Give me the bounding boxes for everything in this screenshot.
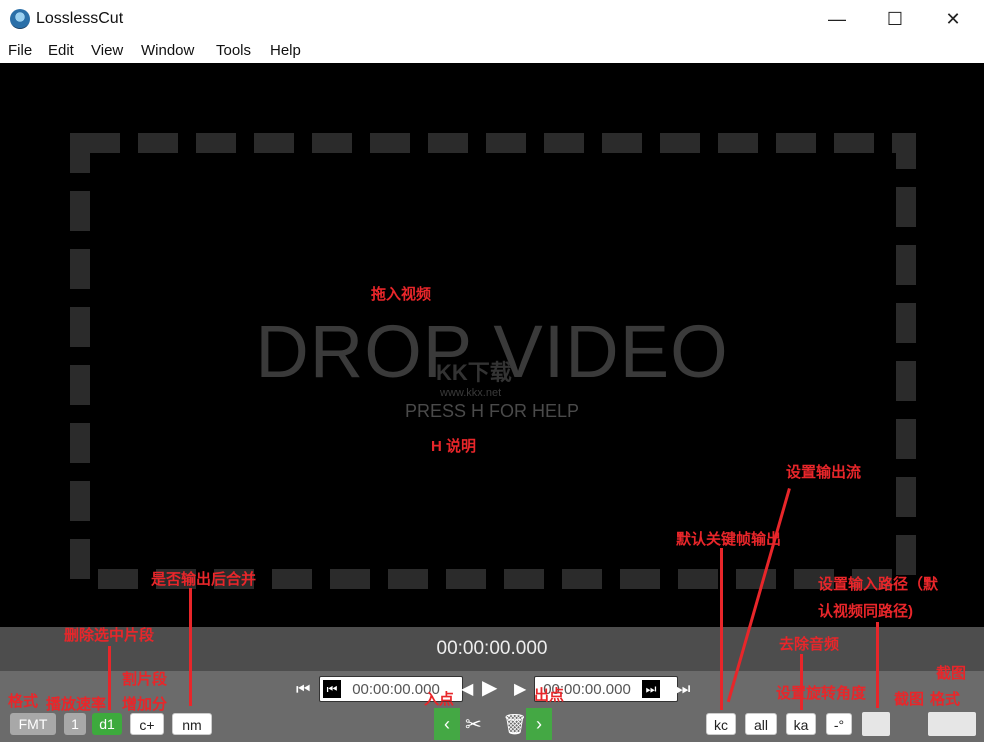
annotation-set-input-path-line1: 设置输入路径（默 [818, 576, 939, 593]
pointer-line-audio [800, 654, 803, 710]
keyframe-cut-button[interactable]: kc [706, 713, 736, 735]
delete-segment-button[interactable]: d1 [92, 713, 122, 735]
pointer-line-delete-segment [108, 646, 111, 710]
watermark-url: www.kkx.net [440, 387, 502, 399]
pointer-line-keyframe [720, 548, 723, 710]
annotation-screenshot-label: 截图 [894, 691, 925, 708]
watermark-logo: KK下载 [436, 360, 512, 385]
set-out-point-icon[interactable]: ⏭ [642, 680, 660, 698]
menu-help[interactable]: Help [270, 42, 301, 59]
annotation-add-split-line2: 增加分 [122, 696, 168, 713]
annotation-h-help: H 说明 [431, 438, 477, 455]
annotation-drag-video: 拖入视频 [371, 286, 432, 303]
play-icon[interactable]: ▶ [482, 678, 497, 698]
step-forward-icon[interactable]: ▶ [514, 680, 526, 700]
jump-start-icon[interactable]: ⏮ [296, 680, 310, 700]
help-hint: PRESS H FOR HELP [404, 401, 580, 421]
window-title: LosslessCut [36, 10, 124, 27]
annotation-format: 格式 [8, 693, 39, 710]
set-in-point-icon[interactable]: ⏮ [323, 680, 341, 698]
rotation-button[interactable]: -° [826, 713, 852, 735]
annotation-set-rotation: 设置旋转角度 [776, 685, 867, 702]
menu-file[interactable]: File [8, 42, 32, 59]
maximize-button[interactable]: ☐ [866, 0, 924, 38]
annotation-merge-after-output: 是否输出后合并 [151, 571, 257, 588]
step-back-icon[interactable]: ◀ [461, 680, 473, 700]
title-bar: LosslessCut — ☐ ✕ [0, 0, 984, 38]
prev-segment-icon[interactable]: ‹ [434, 708, 460, 740]
app-logo-icon [10, 9, 30, 29]
add-segment-button[interactable]: c+ [130, 713, 164, 735]
annotation-playback-speed: 播放速率 [46, 696, 107, 713]
menu-tools[interactable]: Tools [216, 42, 251, 59]
annotation-set-output-streams: 设置输出流 [786, 464, 862, 481]
annotation-set-input-path-line2: 认视频同路径) [818, 603, 913, 620]
menu-bar: File Edit View Window Tools Help [0, 38, 984, 63]
annotation-out-point: 出点 [534, 687, 565, 704]
keep-audio-button[interactable]: ka [786, 713, 816, 735]
annotation-delete-selected-segment: 删除选中片段 [64, 627, 155, 644]
jump-end-icon[interactable]: ⏭ [676, 680, 690, 700]
annotation-format-right: 格式 [930, 691, 961, 708]
annotation-add-split-line1: 割片段 [122, 671, 168, 688]
pointer-line-input-path [876, 622, 879, 708]
annotation-screenshot: 截图 [936, 665, 967, 682]
annotation-default-keyframe-output: 默认关键帧输出 [676, 531, 782, 548]
format-button[interactable]: FMT [10, 713, 56, 735]
minimize-button[interactable]: — [808, 0, 866, 38]
annotation-remove-audio: 去除音频 [779, 636, 840, 653]
menu-view[interactable]: View [91, 42, 123, 59]
trash-icon[interactable]: 🗑 [502, 712, 527, 737]
menu-edit[interactable]: Edit [48, 42, 74, 59]
drop-zone[interactable]: DROP VIDEO KK下载 www.kkx.net PRESS H FOR … [0, 63, 984, 627]
next-segment-icon[interactable]: › [526, 708, 552, 740]
streams-button[interactable]: all [745, 713, 777, 735]
pointer-line-merge [189, 588, 192, 706]
playback-rate-button[interactable]: 1 [64, 713, 86, 735]
close-button[interactable]: ✕ [924, 0, 982, 38]
screenshot-format-button[interactable] [928, 712, 976, 736]
menu-window[interactable]: Window [141, 42, 194, 59]
output-path-button[interactable] [862, 712, 890, 736]
annotation-in-point: 入点 [424, 691, 455, 708]
scissors-icon[interactable]: ✂ [465, 712, 482, 737]
merge-toggle-button[interactable]: nm [172, 713, 212, 735]
